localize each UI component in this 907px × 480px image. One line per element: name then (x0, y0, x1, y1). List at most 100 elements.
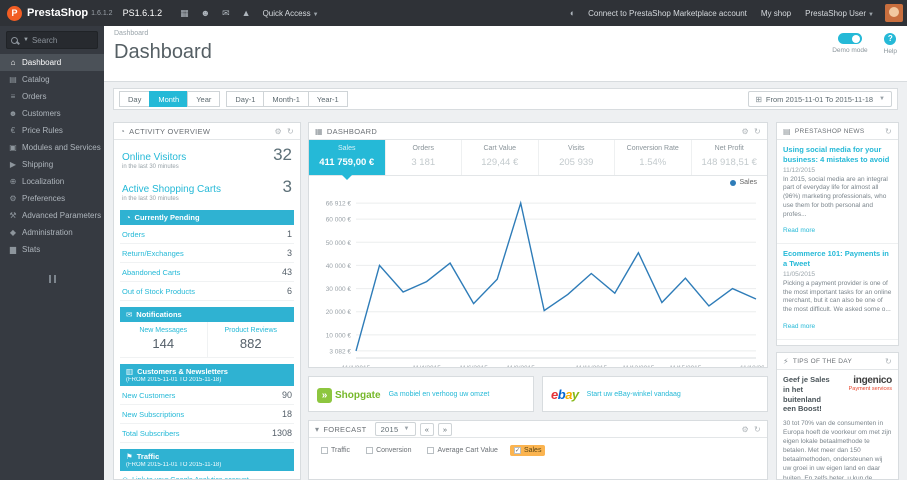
stat-label: Online Visitors (122, 152, 187, 163)
shopgate-link[interactable]: Ga mobiel en verhoog uw omzet (389, 391, 490, 398)
sidebar-item-administration[interactable]: ◆ Administration (0, 224, 104, 241)
panel-title: ACTIVITY OVERVIEW (129, 126, 211, 136)
sidebar-item-customers[interactable]: ☻ Customers (0, 105, 104, 122)
activity-overview-panel: ◔ ACTIVITY OVERVIEW ⚙ ↻ Online Visitors 32… (113, 122, 301, 480)
filter-day-1-button[interactable]: Day-1 (226, 91, 264, 107)
search-box[interactable]: ▼ (6, 31, 98, 49)
forecast-next-button[interactable]: » (437, 422, 453, 436)
refresh-icon[interactable]: ↻ (885, 357, 892, 366)
customers-row-total-subscribers[interactable]: Total Subscribers 1308 (120, 424, 294, 443)
sidebar-item-stats[interactable]: ▆ Stats (0, 241, 104, 258)
sidebar-item-orders[interactable]: ≡ Orders (0, 88, 104, 105)
marketplace-link[interactable]: Connect to PrestaShop Marketplace accoun… (588, 9, 747, 18)
legend-conversion[interactable]: Conversion (362, 445, 415, 456)
bell-icon: ✉ (126, 310, 133, 319)
filter-year-button[interactable]: Year (187, 91, 221, 107)
find-more-news-link[interactable]: Find more news (777, 338, 898, 345)
quick-access-menu[interactable]: Quick Access ▼ (263, 9, 319, 18)
filter-day-button[interactable]: Day (119, 91, 150, 107)
message-icon[interactable]: ✉ (222, 8, 230, 19)
kpi-tab-cart-value[interactable]: Cart Value 129,44 € (462, 140, 539, 175)
date-range-picker[interactable]: ⊞ From 2015-11-01 To 2015-11-18 ▼ (748, 91, 892, 107)
kpi-label: Conversion Rate (626, 145, 679, 152)
sidebar-item-label: Customers (22, 109, 61, 118)
year-select[interactable]: 2015 ▼ (374, 422, 416, 436)
link-icon: ◎ (122, 476, 128, 479)
sidebar-item-catalog[interactable]: ▤ Catalog (0, 71, 104, 88)
legend-average-cart-value[interactable]: Average Cart Value (423, 445, 501, 456)
sidebar-item-shipping[interactable]: ▶ Shipping (0, 156, 104, 173)
sidebar-item-preferences[interactable]: ⚙ Preferences (0, 190, 104, 207)
pending-row-out-of-stock[interactable]: Out of Stock Products 6 (120, 282, 294, 301)
avatar[interactable] (885, 4, 903, 22)
customers-row-new-customers[interactable]: New Customers 90 (120, 386, 294, 405)
shop-name-link[interactable]: PS1.6.1.2 (123, 8, 163, 18)
svg-text:10 000 €: 10 000 € (326, 332, 352, 339)
read-more-link[interactable]: Read more (783, 323, 815, 330)
help-control: ? Help (884, 33, 897, 55)
sidebar-item-localization[interactable]: ⊕ Localization (0, 173, 104, 190)
search-input[interactable] (31, 35, 92, 45)
online-visitors-stat: Online Visitors 32 in the last 30 minutes (114, 140, 300, 172)
refresh-icon[interactable]: ↻ (754, 127, 761, 136)
filter-year-1-button[interactable]: Year-1 (307, 91, 348, 107)
row-value: 6 (286, 286, 292, 296)
user-menu[interactable]: PrestaShop User ▼ (805, 9, 874, 18)
chart-legend[interactable]: Sales (730, 179, 757, 186)
cart-icon[interactable]: ▦ (180, 8, 189, 19)
shopgate-icon: » (317, 388, 332, 403)
kpi-tab-conversion-rate[interactable]: Conversion Rate 1.54% (615, 140, 692, 175)
article-title-link[interactable]: Using social media for your business: 4 … (783, 145, 892, 165)
pending-section-header: ◔ Currently Pending (120, 210, 294, 225)
panel-title: TIPS OF THE DAY (792, 357, 853, 365)
legend-sales[interactable]: ✓ Sales (509, 445, 546, 456)
section-title: Notifications (136, 310, 182, 319)
pending-row-abandoned-carts[interactable]: Abandoned Carts 43 (120, 263, 294, 282)
svg-text:30 000 €: 30 000 € (326, 286, 352, 293)
collapse-menu-button[interactable] (0, 270, 104, 288)
pending-row-orders[interactable]: Orders 1 (120, 225, 294, 244)
sidebar-item-price-rules[interactable]: € Price Rules (0, 122, 104, 139)
year-value: 2015 (380, 424, 399, 434)
customers-row-new-subscriptions[interactable]: New Subscriptions 18 (120, 405, 294, 424)
refresh-icon[interactable]: ↻ (754, 425, 761, 434)
ebay-link[interactable]: Start uw eBay-winkel vandaag (587, 391, 681, 398)
sidebar-item-dashboard[interactable]: ⌂ Dashboard (0, 54, 104, 71)
sidebar-item-advanced-parameters[interactable]: ⚒ Advanced Parameters (0, 207, 104, 224)
product-reviews-cell[interactable]: Product Reviews 882 (206, 322, 295, 357)
gear-icon[interactable]: ⚙ (742, 425, 749, 434)
checkbox-icon (427, 447, 435, 454)
kpi-tab-net-profit[interactable]: Net Profit 148 918,51 € (692, 140, 768, 175)
read-more-link[interactable]: Read more (783, 227, 815, 234)
article-title-link[interactable]: Ecommerce 101: Payments in a Tweet (783, 249, 892, 269)
filter-month-1-button[interactable]: Month-1 (263, 91, 308, 107)
demo-mode-toggle[interactable] (837, 33, 862, 44)
refresh-icon[interactable]: ↻ (287, 127, 294, 136)
gear-icon[interactable]: ⚙ (742, 127, 749, 136)
new-messages-cell[interactable]: New Messages 144 (120, 322, 207, 357)
kpi-tab-orders[interactable]: Orders 3 181 (386, 140, 462, 175)
svg-text:11/8/2015: 11/8/2015 (506, 365, 535, 368)
my-shop-link[interactable]: My shop (761, 9, 791, 18)
sidebar-item-modules[interactable]: ▣ Modules and Services (0, 139, 104, 156)
refresh-icon[interactable]: ↻ (885, 127, 892, 136)
help-icon[interactable]: ? (884, 33, 897, 45)
pending-row-returns[interactable]: Return/Exchanges 3 (120, 244, 294, 263)
sidebar-item-label: Administration (22, 228, 73, 237)
date-filter-bar: Day Month Year Day-1 Month-1 Year-1 ⊞ Fr… (113, 88, 898, 110)
sidebar-item-label: Localization (22, 177, 65, 186)
rocket-icon[interactable]: ▲ (242, 8, 251, 18)
search-icon (11, 36, 18, 44)
kpi-tab-sales[interactable]: Sales 411 759,00 € (309, 140, 386, 180)
tips-headline: Geef je Sales in het buitenland een Boos… (783, 375, 830, 414)
legend-traffic[interactable]: Traffic (317, 445, 354, 456)
panel-title: PRESTASHOP NEWS (794, 127, 865, 135)
forecast-panel: ▾ FORECAST 2015 ▼ « » ⚙ ↻ Traffic Conversi… (308, 420, 768, 480)
customers-icon[interactable]: ☻ (201, 8, 210, 18)
forecast-prev-button[interactable]: « (419, 422, 434, 436)
google-analytics-link[interactable]: ◎ Link to your Google Analytics account (122, 476, 292, 480)
gear-icon[interactable]: ⚙ (275, 127, 282, 136)
kpi-tab-visits[interactable]: Visits 205 939 (539, 140, 615, 175)
filter-month-button[interactable]: Month (149, 91, 188, 107)
stats-icon: ▆ (9, 245, 17, 254)
